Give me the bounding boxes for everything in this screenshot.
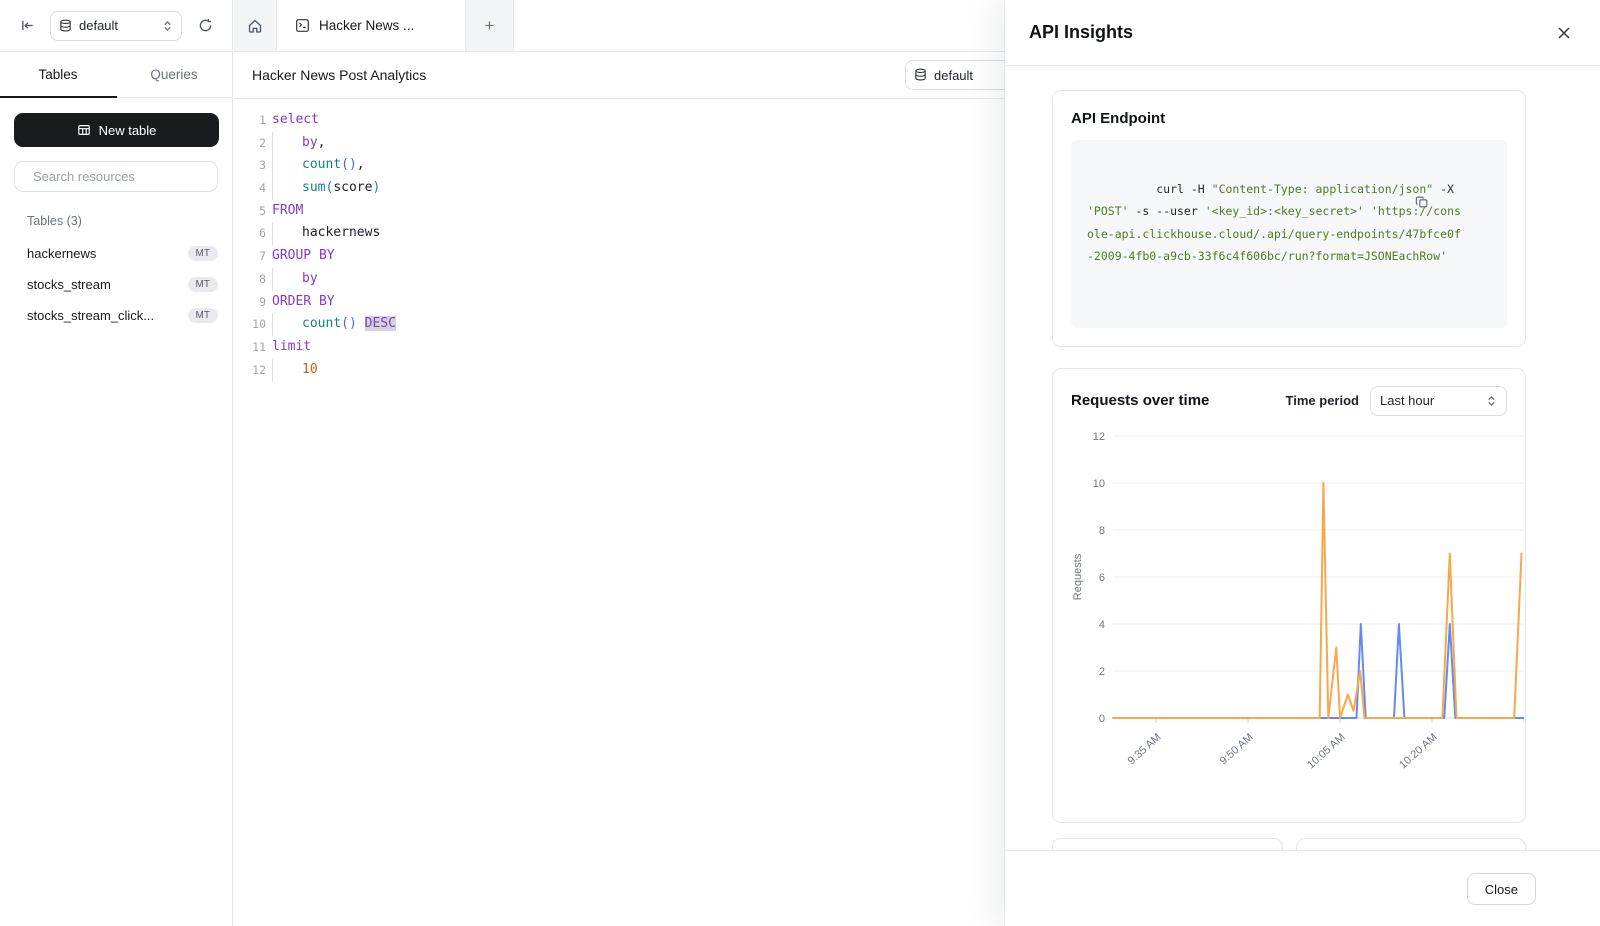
sidebar-top-bar: default: [0, 0, 232, 52]
api-insights-panel: API Insights API Endpoint curl -H "Conte…: [1005, 0, 1600, 926]
time-period-select[interactable]: Last hour: [1370, 386, 1507, 416]
sidebar-database-value: default: [79, 18, 155, 33]
refresh-button[interactable]: [192, 13, 218, 39]
code-line: count() DESC: [272, 313, 396, 336]
editor-code: selectby,count(),sum(score)FROMhackernew…: [272, 109, 396, 381]
chevron-up-down-icon: [1486, 395, 1497, 407]
collapse-sidebar-button[interactable]: [14, 13, 40, 39]
curl-command-block: curl -H "Content-Type: application/json"…: [1071, 140, 1507, 328]
table-list-item[interactable]: hackernewsMT: [0, 238, 232, 269]
code-line: by,: [272, 132, 396, 155]
sidebar-database-select[interactable]: default: [50, 11, 182, 41]
svg-text:10: 10: [1093, 478, 1105, 490]
table-list-item[interactable]: stocks_stream_click...MT: [0, 300, 232, 331]
requests-over-time-card: Requests over time Time period Last hour…: [1052, 368, 1526, 823]
code-line: sum(score): [272, 177, 396, 200]
code-line: GROUP BY: [272, 245, 396, 268]
table-name: stocks_stream: [27, 277, 188, 292]
refresh-icon: [198, 18, 213, 33]
tables-section-label: Tables (3): [27, 214, 218, 228]
clickhouse-console-app: default Tables Queries New table: [0, 0, 1600, 926]
copy-icon: [1415, 195, 1429, 209]
search-input[interactable]: [33, 169, 209, 184]
query-tab-hacker-news[interactable]: Hacker News ...: [277, 0, 466, 51]
requests-line-chart: 0 2 4 6 8 10 12 9:35 AM 9:50 AM 10:05 AM 10:20 AM R…: [1071, 428, 1524, 800]
table-engine-badge: MT: [188, 277, 218, 292]
api-endpoint-heading: API Endpoint: [1071, 110, 1507, 127]
code-line: 10: [272, 359, 396, 382]
panel-header: API Insights: [1005, 0, 1600, 66]
close-panel-button[interactable]: Close: [1467, 873, 1536, 905]
table-engine-badge: MT: [188, 246, 218, 261]
table-engine-badge: MT: [188, 308, 218, 323]
tab-queries[interactable]: Queries: [116, 52, 232, 97]
svg-text:2: 2: [1099, 666, 1105, 678]
chevron-up-down-icon: [162, 20, 173, 32]
svg-text:0: 0: [1099, 713, 1105, 725]
search-resources-box: [14, 161, 218, 192]
panel-title: API Insights: [1029, 22, 1552, 43]
api-endpoint-card: API Endpoint curl -H "Content-Type: appl…: [1052, 90, 1526, 347]
code-line: limit: [272, 336, 396, 359]
code-line: count(),: [272, 154, 396, 177]
code-line: by: [272, 268, 396, 291]
query-terminal-icon: [295, 18, 310, 33]
close-icon: [1557, 26, 1571, 40]
table-name: stocks_stream_click...: [27, 308, 188, 323]
curl-command-text: curl -H "Content-Type: application/json"…: [1087, 182, 1461, 264]
query-tab-label: Hacker News ...: [319, 18, 414, 33]
table-icon: [77, 123, 91, 137]
sidebar-tabs: Tables Queries: [0, 52, 232, 98]
code-line: FROM: [272, 200, 396, 223]
new-table-button[interactable]: New table: [14, 113, 219, 147]
tab-tables[interactable]: Tables: [0, 52, 116, 97]
arrow-left-to-line-icon: [20, 18, 35, 33]
database-icon: [59, 19, 72, 33]
editor-line-numbers: 123456789101112: [234, 109, 266, 381]
sidebar: default Tables Queries New table: [0, 0, 233, 926]
svg-text:10:20 AM: 10:20 AM: [1397, 731, 1440, 771]
home-button[interactable]: [234, 0, 277, 51]
requests-over-time-heading: Requests over time: [1071, 392, 1286, 409]
table-list-item[interactable]: stocks_streamMT: [0, 269, 232, 300]
query-title[interactable]: Hacker News Post Analytics: [252, 67, 426, 83]
new-query-tab-button[interactable]: +: [466, 0, 514, 51]
code-line: select: [272, 109, 396, 132]
database-icon: [914, 68, 927, 82]
code-line: ORDER BY: [272, 291, 396, 314]
active-tab-underline: [0, 96, 117, 99]
code-line: hackernews: [272, 222, 396, 245]
panel-content: API Endpoint curl -H "Content-Type: appl…: [1005, 66, 1600, 926]
svg-text:12: 12: [1093, 431, 1105, 443]
time-period-label: Time period: [1286, 393, 1359, 408]
panel-close-button[interactable]: [1552, 21, 1576, 45]
requests-card-header: Requests over time Time period Last hour: [1071, 386, 1519, 416]
svg-text:6: 6: [1099, 572, 1105, 584]
svg-text:Requests: Requests: [1072, 553, 1084, 600]
panel-footer: Close: [1005, 850, 1600, 926]
new-table-label: New table: [99, 123, 157, 138]
svg-text:8: 8: [1099, 525, 1105, 537]
svg-text:10:05 AM: 10:05 AM: [1305, 731, 1348, 771]
copy-button[interactable]: [1415, 150, 1498, 254]
time-period-value: Last hour: [1380, 393, 1486, 408]
svg-text:9:50 AM: 9:50 AM: [1218, 731, 1256, 767]
home-icon: [247, 18, 263, 34]
svg-text:4: 4: [1099, 619, 1105, 631]
svg-text:9:35 AM: 9:35 AM: [1126, 731, 1164, 767]
tables-list: hackernewsMTstocks_streamMTstocks_stream…: [0, 238, 232, 331]
table-name: hackernews: [27, 246, 188, 261]
requests-chart: 0 2 4 6 8 10 12 9:35 AM 9:50 AM 10:05 AM 10:20 AM R…: [1071, 428, 1519, 805]
